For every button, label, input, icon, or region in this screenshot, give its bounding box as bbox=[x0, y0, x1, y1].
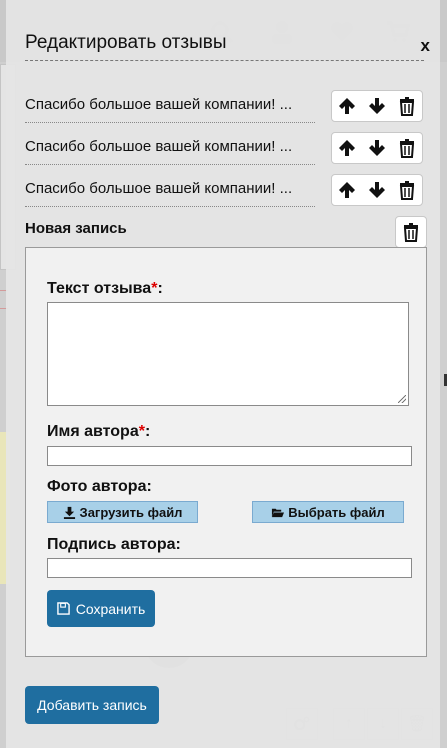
review-text-label: Текст отзыва*: bbox=[47, 280, 163, 298]
save-label: Сохранить bbox=[75, 600, 146, 617]
review-item-actions bbox=[331, 90, 423, 122]
author-photo-label: Фото автора: bbox=[47, 478, 152, 495]
label-colon: : bbox=[144, 423, 151, 440]
review-item[interactable]: Спасибо большое вашей компании! ... bbox=[25, 172, 315, 207]
floppy-disk-icon bbox=[56, 602, 70, 615]
author-name-label: Имя автора*: bbox=[47, 423, 150, 441]
upload-file-label: Загрузить файл bbox=[79, 504, 183, 520]
move-up-button[interactable] bbox=[332, 91, 362, 121]
review-item[interactable]: Спасибо большое вашей компании! ... bbox=[25, 130, 315, 165]
label-colon: : bbox=[157, 280, 163, 297]
review-text-input[interactable] bbox=[47, 302, 409, 406]
review-item-text: Спасибо большое вашей компании! ... bbox=[25, 180, 293, 197]
author-name-input[interactable] bbox=[47, 446, 412, 466]
arrow-up-icon bbox=[339, 140, 355, 156]
edit-reviews-panel: Редактировать отзывы x Спасибо большое в… bbox=[6, 0, 440, 748]
upload-file-button[interactable]: Загрузить файл bbox=[47, 501, 198, 523]
add-entry-button[interactable]: Добавить запись bbox=[25, 686, 159, 724]
review-item-text: Спасибо большое вашей компании! ... bbox=[25, 138, 293, 155]
save-button[interactable]: Сохранить bbox=[47, 590, 155, 627]
panel-title: Редактировать отзывы bbox=[25, 32, 227, 53]
download-icon bbox=[63, 506, 75, 519]
panel-header: Редактировать отзывы x bbox=[25, 30, 430, 61]
new-entry-form: Текст отзыва*: Имя автора*: Фото автора:… bbox=[25, 247, 427, 657]
new-entry-label: Новая запись bbox=[25, 220, 127, 237]
review-item[interactable]: Спасибо большое вашей компании! ... bbox=[25, 88, 315, 123]
move-down-button[interactable] bbox=[362, 91, 392, 121]
review-item-actions bbox=[331, 132, 423, 164]
arrow-down-icon bbox=[369, 98, 385, 114]
delete-new-entry-button[interactable] bbox=[395, 216, 427, 248]
author-signature-input[interactable] bbox=[47, 558, 412, 578]
arrow-down-icon bbox=[369, 182, 385, 198]
move-up-button[interactable] bbox=[332, 133, 362, 163]
resize-handle[interactable] bbox=[398, 395, 406, 403]
trash-icon bbox=[399, 181, 415, 200]
trash-icon bbox=[403, 223, 419, 242]
trash-icon bbox=[399, 97, 415, 116]
close-button[interactable]: x bbox=[421, 36, 430, 56]
arrow-up-icon bbox=[339, 182, 355, 198]
move-up-button[interactable] bbox=[332, 175, 362, 205]
author-name-label-text: Имя автора bbox=[47, 423, 139, 440]
move-down-button[interactable] bbox=[362, 175, 392, 205]
review-text-label-text: Текст отзыва bbox=[47, 280, 152, 297]
delete-button[interactable] bbox=[392, 91, 422, 121]
trash-icon bbox=[399, 139, 415, 158]
choose-file-label: Выбрать файл bbox=[288, 504, 385, 520]
delete-button[interactable] bbox=[392, 133, 422, 163]
arrow-up-icon bbox=[339, 98, 355, 114]
delete-button[interactable] bbox=[392, 175, 422, 205]
author-signature-label: Подпись автора: bbox=[47, 536, 181, 553]
review-item-text: Спасибо большое вашей компании! ... bbox=[25, 96, 293, 113]
arrow-down-icon bbox=[369, 140, 385, 156]
choose-file-button[interactable]: Выбрать файл bbox=[252, 501, 404, 523]
review-item-actions bbox=[331, 174, 423, 206]
folder-open-icon bbox=[272, 508, 285, 517]
move-down-button[interactable] bbox=[362, 133, 392, 163]
